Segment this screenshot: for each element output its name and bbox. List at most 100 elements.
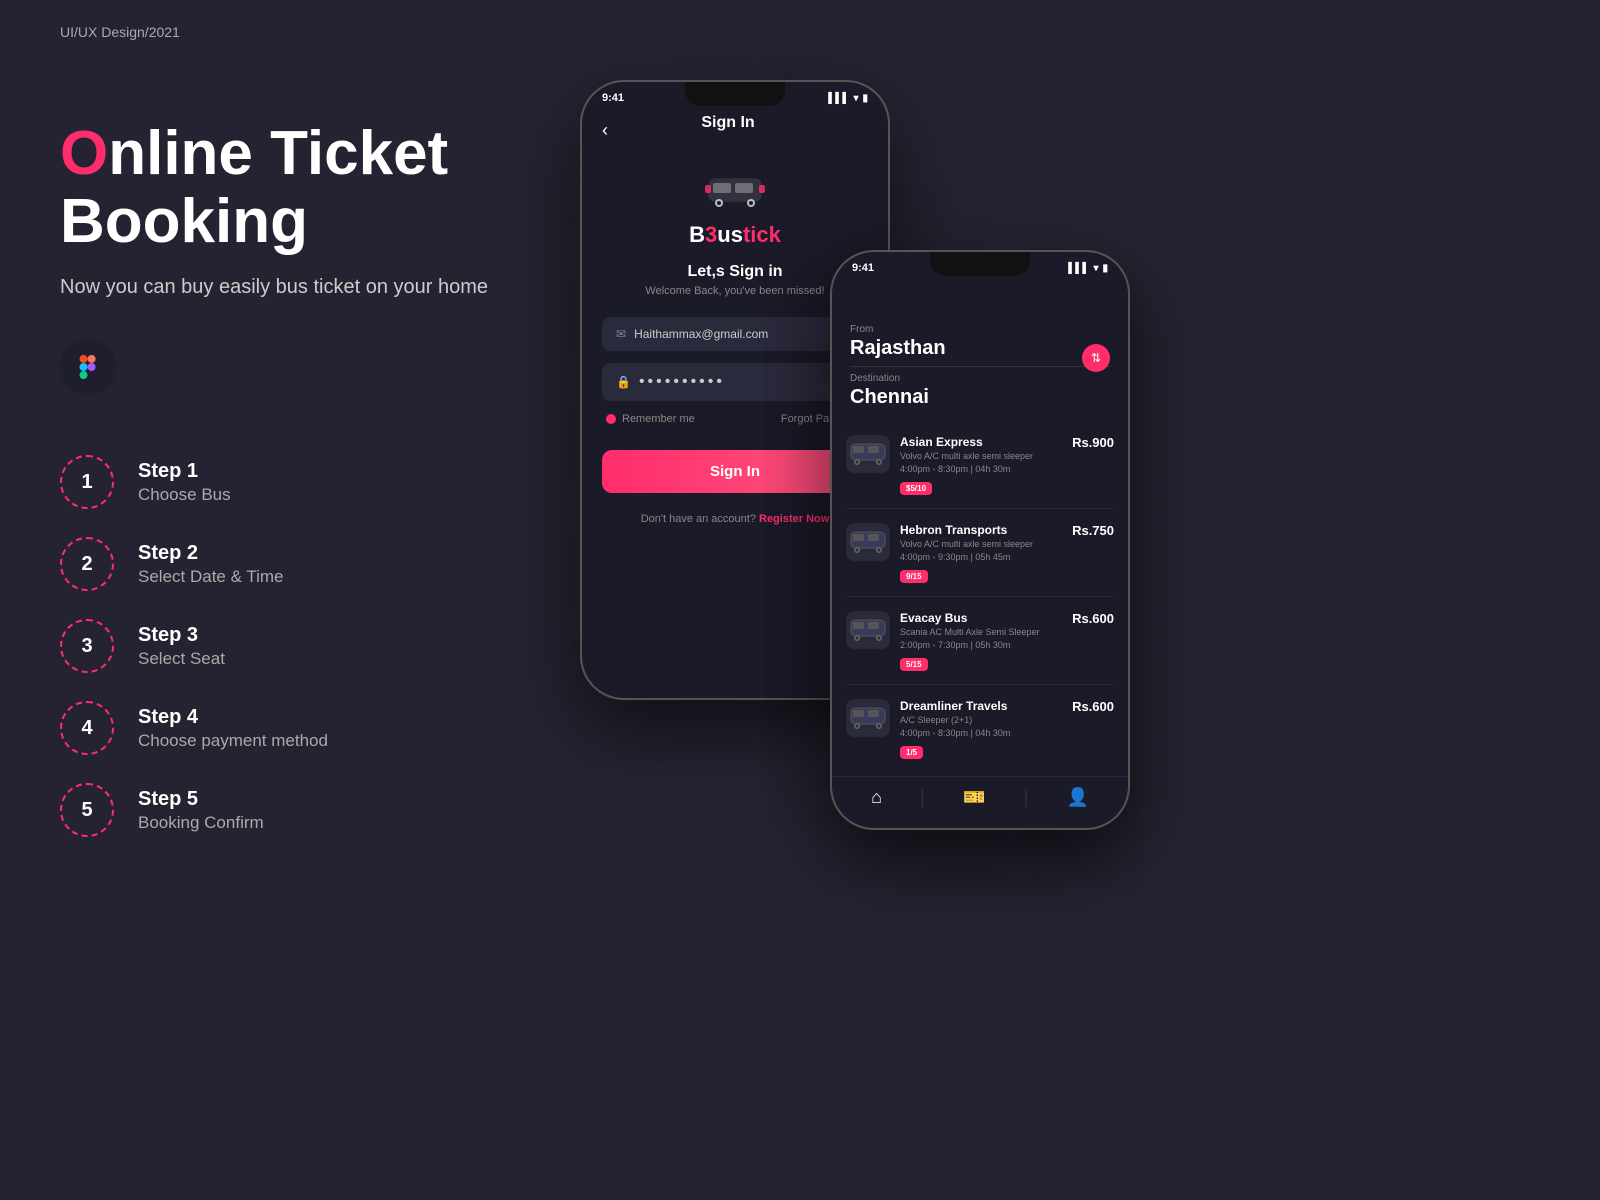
step-item-2: 2 Step 2 Select Date & Time: [60, 537, 580, 591]
step-circle-4: 4: [60, 701, 114, 755]
nav-sep-1: |: [920, 787, 925, 808]
bus-logo: B3ustick: [602, 167, 868, 248]
wifi-icon: ▾: [853, 93, 858, 104]
wifi-icon: ▾: [1093, 263, 1098, 274]
email-field[interactable]: ✉ Haithammax@gmail.com: [602, 317, 868, 351]
bus-type-2: Scania AC Multi Axle Semi Sleeper: [900, 627, 1062, 637]
bus-time-3: 4:00pm - 8:30pm | 04h 30m: [900, 728, 1062, 738]
phone2-buslist: 9:41 ▌▌▌ ▾ ▮ From Rajasthan Destination …: [830, 250, 1130, 830]
bus-info-1: Hebron Transports Volvo A/C multi axle s…: [900, 523, 1062, 584]
step-5-title: Step 5: [138, 788, 264, 811]
seat-badge-1: 9/15: [900, 570, 928, 583]
checkbox[interactable]: [606, 414, 616, 424]
from-label: From: [850, 324, 1110, 335]
step-4-title: Step 4: [138, 706, 328, 729]
signal-icon: ▌▌▌: [1068, 263, 1089, 274]
phone1-notch: [685, 82, 785, 106]
bus-name-0: Asian Express: [900, 435, 1062, 449]
logo-b: B: [689, 222, 705, 247]
step-item-1: 1 Step 1 Choose Bus: [60, 455, 580, 509]
battery-icon: ▮: [1102, 263, 1108, 274]
step-4-desc: Choose payment method: [138, 731, 328, 751]
register-row: Don't have an account? Register Now: [602, 513, 868, 525]
battery-icon: ▮: [862, 93, 868, 104]
register-text: Don't have an account?: [641, 513, 756, 525]
loc-divider: [850, 366, 1110, 367]
bus-time-1: 4:00pm - 9:30pm | 05h 45m: [900, 552, 1062, 562]
bus-card-1[interactable]: Hebron Transports Volvo A/C multi axle s…: [846, 523, 1114, 597]
phone2-time: 9:41: [852, 262, 874, 274]
location-section: From Rajasthan Destination Chennai ⇅: [832, 274, 1128, 427]
phone1-time: 9:41: [602, 92, 624, 104]
bus-card-2[interactable]: Evacay Bus Scania AC Multi Axle Semi Sle…: [846, 611, 1114, 685]
bus-thumb-2: [846, 611, 890, 649]
remember-left: Remember me: [606, 413, 695, 425]
password-dots: ••••••••••: [639, 373, 725, 391]
bus-thumb-3: [846, 699, 890, 737]
seat-badge-0: $5/10: [900, 482, 932, 495]
welcome-title: Let,s Sign in: [602, 263, 868, 281]
back-button[interactable]: ‹: [602, 120, 608, 141]
bus-info-2: Evacay Bus Scania AC Multi Axle Semi Sle…: [900, 611, 1062, 672]
bus-type-1: Volvo A/C multi axle semi sleeper: [900, 539, 1062, 549]
steps-list: 1 Step 1 Choose Bus 2 Step 2 Select Date…: [60, 455, 580, 837]
step-circle-5: 5: [60, 783, 114, 837]
step-2-title: Step 2: [138, 542, 284, 565]
step-circle-2: 2: [60, 537, 114, 591]
password-field[interactable]: 🔒 ••••••••••: [602, 363, 868, 401]
lock-icon: 🔒: [616, 375, 631, 389]
dest-label: Destination: [850, 373, 1110, 384]
figma-icon: [60, 339, 116, 395]
main-title: Online Ticket Booking: [60, 120, 580, 256]
email-value: Haithammax@gmail.com: [634, 327, 768, 341]
welcome-text: Let,s Sign in Welcome Back, you've been …: [602, 263, 868, 297]
bus-time-0: 4:00pm - 8:30pm | 04h 30m: [900, 464, 1062, 474]
signal-icon: ▌▌▌: [828, 93, 849, 104]
step-2-desc: Select Date & Time: [138, 567, 284, 587]
step-item-5: 5 Step 5 Booking Confirm: [60, 783, 580, 837]
bus-card-3[interactable]: Dreamliner Travels A/C Sleeper (2+1) 4:0…: [846, 699, 1114, 772]
from-city: Rajasthan: [850, 337, 1110, 360]
swap-icon: ⇅: [1091, 351, 1101, 365]
screen-title: Sign In: [701, 114, 754, 132]
bus-list: Asian Express Volvo A/C multi axle semi …: [832, 427, 1128, 794]
seat-badge-2: 5/15: [900, 658, 928, 671]
register-link[interactable]: Register Now: [759, 513, 829, 525]
step-3-title: Step 3: [138, 624, 225, 647]
left-section: Online Ticket Booking Now you can buy ea…: [60, 120, 580, 837]
bus-price-2: Rs.600: [1072, 611, 1114, 626]
header-label: UI/UX Design/2021: [60, 24, 180, 40]
bus-type-3: A/C Sleeper (2+1): [900, 715, 1062, 725]
title-rest: nline Ticket Booking: [60, 119, 448, 256]
step-1-desc: Choose Bus: [138, 485, 231, 505]
seat-badge-3: 1/5: [900, 746, 923, 759]
nav-sep-2: |: [1024, 787, 1029, 808]
bus-name-3: Dreamliner Travels: [900, 699, 1062, 713]
dest-city: Chennai: [850, 386, 1110, 409]
bus-price-1: Rs.750: [1072, 523, 1114, 538]
bus-card-0[interactable]: Asian Express Volvo A/C multi axle semi …: [846, 435, 1114, 509]
logo-3: 3: [705, 222, 717, 247]
step-item-4: 4 Step 4 Choose payment method: [60, 701, 580, 755]
bus-price-0: Rs.900: [1072, 435, 1114, 450]
remember-label: Remember me: [622, 413, 695, 425]
logo-tick: tick: [743, 222, 781, 247]
bottom-nav: ⌂ | 🎫 | 👤: [832, 776, 1128, 818]
signin-button[interactable]: Sign In: [602, 450, 868, 493]
home-nav-icon[interactable]: ⌂: [871, 787, 882, 808]
bus-thumb-1: [846, 523, 890, 561]
ticket-nav-icon[interactable]: 🎫: [963, 787, 985, 808]
step-3-desc: Select Seat: [138, 649, 225, 669]
bus-name-2: Evacay Bus: [900, 611, 1062, 625]
step-item-3: 3 Step 3 Select Seat: [60, 619, 580, 673]
remember-row: Remember me Forgot Password: [602, 413, 868, 425]
user-nav-icon[interactable]: 👤: [1066, 787, 1088, 808]
bus-logo-text: B3ustick: [602, 222, 868, 248]
subtitle: Now you can buy easily bus ticket on you…: [60, 276, 580, 299]
title-accent: O: [60, 119, 108, 188]
step-circle-1: 1: [60, 455, 114, 509]
bus-name-1: Hebron Transports: [900, 523, 1062, 537]
logo-name: us: [717, 222, 743, 247]
swap-button[interactable]: ⇅: [1082, 344, 1110, 372]
bus-thumb-0: [846, 435, 890, 473]
